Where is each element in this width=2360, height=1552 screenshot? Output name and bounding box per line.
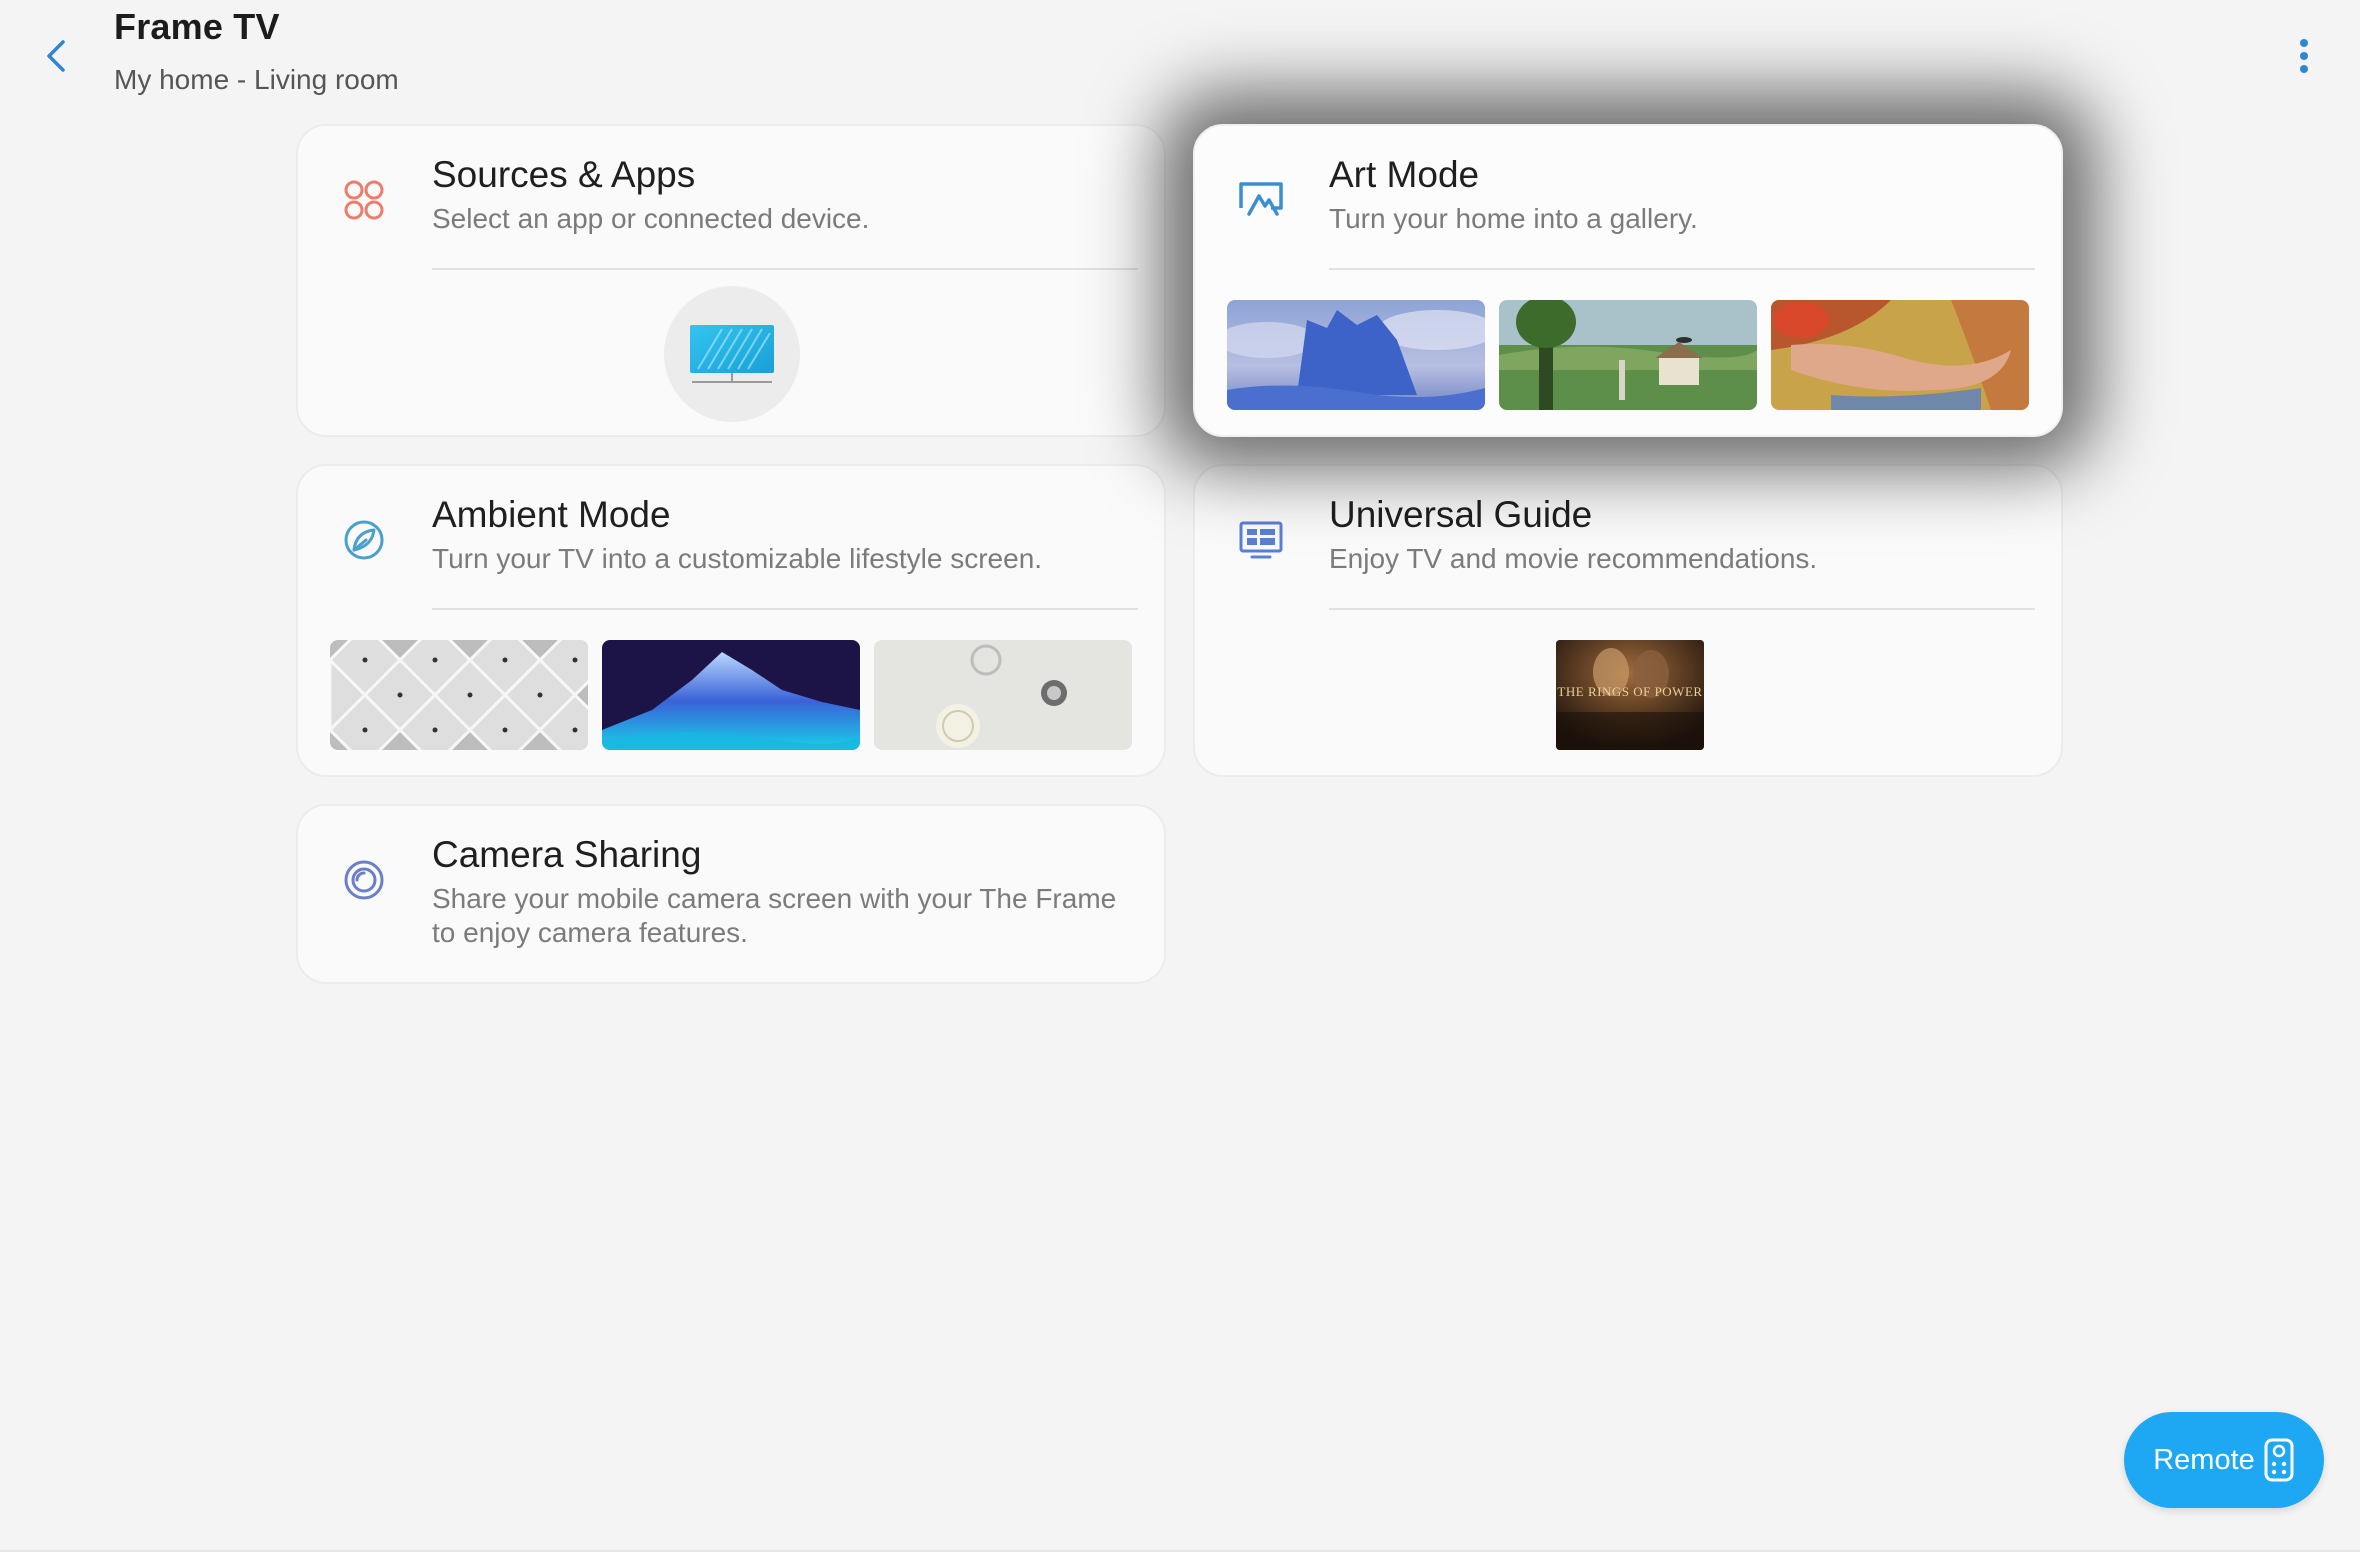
art-thumbnails <box>1227 300 2029 410</box>
card-description: Share your mobile camera screen with you… <box>432 883 1117 948</box>
ambient-thumbnail-circles[interactable] <box>874 640 1132 750</box>
chevron-left-icon <box>47 40 65 72</box>
camera-sharing-card[interactable]: Camera Sharing Share your mobile camera … <box>296 804 1166 984</box>
sources-apps-card[interactable]: Sources & Apps Select an app or connecte… <box>296 124 1166 437</box>
card-title: Universal Guide <box>1329 494 1593 535</box>
smartthings-device-page: Frame TV My home - Living room Sources &… <box>0 0 2360 1552</box>
card-description: Turn your home into a gallery. <box>1329 203 1698 234</box>
art-thumbnail-figure[interactable] <box>1771 300 2029 410</box>
remote-control-icon <box>2264 1438 2294 1482</box>
divider <box>1329 608 2035 610</box>
card-description: Select an app or connected device. <box>432 203 870 234</box>
universal-guide-icon <box>1237 516 1285 564</box>
remote-button[interactable]: Remote <box>2124 1412 2324 1508</box>
page-title: Frame TV <box>114 6 280 47</box>
art-mode-card[interactable]: Art Mode Turn your home into a gallery. <box>1193 124 2063 437</box>
card-title: Camera Sharing <box>432 834 702 875</box>
tv-device-icon[interactable] <box>664 286 800 422</box>
divider <box>1329 268 2035 270</box>
page-subtitle: My home - Living room <box>114 64 399 95</box>
more-options-button[interactable] <box>2278 30 2330 82</box>
ambient-mode-card[interactable]: Ambient Mode Turn your TV into a customi… <box>296 464 1166 777</box>
back-button[interactable] <box>30 30 82 82</box>
more-vertical-icon <box>2300 39 2308 73</box>
card-description: Enjoy TV and movie recommendations. <box>1329 543 1818 574</box>
art-mode-icon <box>1237 176 1285 224</box>
camera-sharing-icon <box>340 856 388 904</box>
ambient-thumbnails <box>330 640 1132 750</box>
universal-guide-card[interactable]: Universal Guide Enjoy TV and movie recom… <box>1193 464 2063 777</box>
divider <box>432 268 1138 270</box>
remote-label: Remote <box>2153 1443 2255 1476</box>
guide-poster-thumbnail[interactable]: THE RINGS OF POWER <box>1556 640 1704 750</box>
ambient-thumbnail-mountain[interactable] <box>602 640 860 750</box>
card-title: Sources & Apps <box>432 154 696 195</box>
card-title: Ambient Mode <box>432 494 671 535</box>
ambient-leaf-icon <box>340 516 388 564</box>
art-thumbnail-landscape[interactable] <box>1499 300 1757 410</box>
card-description: Turn your TV into a customizable lifesty… <box>432 543 1043 574</box>
card-title: Art Mode <box>1329 154 1480 195</box>
ambient-thumbnail-pattern[interactable] <box>330 640 588 750</box>
apps-grid-icon <box>340 176 388 224</box>
art-thumbnail-ship[interactable] <box>1227 300 1485 410</box>
poster-title: THE RINGS OF POWER <box>1557 684 1703 699</box>
divider <box>432 608 1138 610</box>
